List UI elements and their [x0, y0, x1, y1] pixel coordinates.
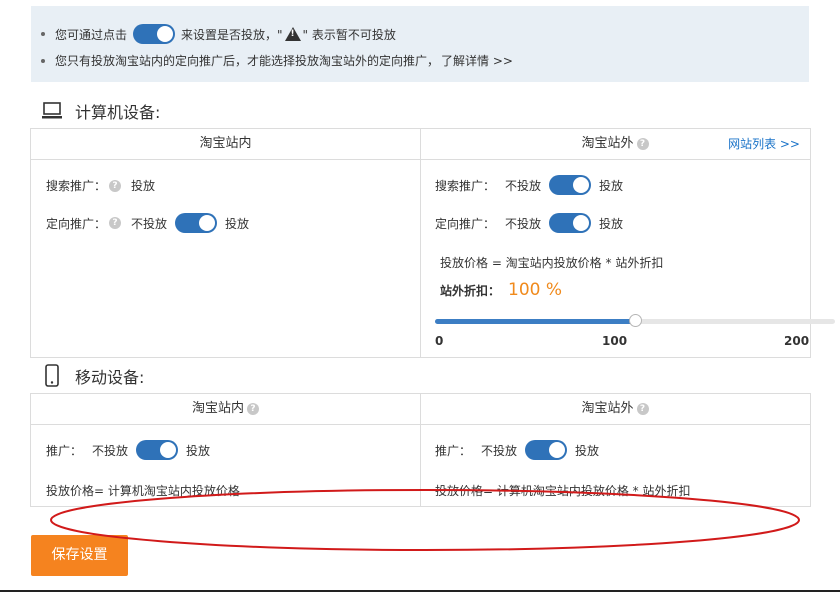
off-label: 不投放: [505, 178, 542, 193]
pc-inside-title: 淘宝站内: [199, 136, 252, 151]
on-label: 投放: [575, 443, 600, 458]
help-icon[interactable]: ?: [636, 137, 649, 150]
mobile-outside-row: 推广： 不投放 投放: [435, 440, 599, 460]
promotion-label: 推广：: [46, 443, 83, 458]
pc-inside-targeted-row: 定向推广： ? 不投放 投放: [46, 213, 249, 233]
mobile-inside-price: 投放价格= 计算机淘宝站内投放价格: [46, 482, 240, 499]
slider-handle[interactable]: [629, 314, 642, 327]
on-label: 投放: [186, 443, 211, 458]
search-label: 搜索推广：: [435, 178, 496, 193]
mobile-outside-title: 淘宝站外: [581, 401, 634, 416]
search-label: 搜索推广：: [46, 179, 107, 193]
tip-text: 您可通过点击: [55, 27, 128, 42]
off-label: 不投放: [505, 216, 542, 231]
mobile-outside-price: 投放价格= 计算机淘宝站内投放价格 * 站外折扣: [435, 482, 691, 499]
mobile-section-title: 移动设备:: [41, 364, 144, 388]
slider-min-label: 0: [435, 334, 444, 348]
bullet: [41, 32, 45, 36]
price-text: 投放价格= 计算机淘宝站内投放价格 * 站外折扣: [435, 484, 691, 498]
help-icon[interactable]: ?: [109, 217, 122, 229]
discount-label: 站外折扣：: [440, 283, 501, 298]
pc-outside-search-row: 搜索推广： 不投放 投放: [435, 175, 623, 195]
tip-text: 您只有投放淘宝站内的定向推广后，才能选择投放淘宝站外的定向推广，: [55, 54, 440, 68]
tip-line-2: 您只有投放淘宝站内的定向推广后，才能选择投放淘宝站外的定向推广， 了解详情 >>: [41, 52, 513, 69]
pc-outside-search-toggle[interactable]: [549, 175, 592, 195]
warning-icon: [284, 27, 301, 41]
pc-inside-header: 淘宝站内: [31, 129, 420, 160]
promotion-label: 推广：: [435, 443, 472, 458]
tip-text: 来设置是否投放，": [181, 27, 283, 42]
on-label: 投放: [599, 178, 624, 193]
pc-inside-search-row: 搜索推广： ? 投放: [46, 177, 155, 194]
price-formula: 投放价格 = 淘宝站内投放价格 * 站外折扣: [440, 254, 663, 271]
pc-outside-targeted-row: 定向推广： 不投放 投放: [435, 213, 623, 233]
pc-inside-targeted-toggle[interactable]: [175, 213, 218, 233]
pc-outside-targeted-toggle[interactable]: [549, 213, 592, 233]
help-icon[interactable]: ?: [636, 402, 649, 415]
on-label: 投放: [225, 216, 250, 231]
tip-line-1: 您可通过点击 来设置是否投放，" " 表示暂不可投放: [41, 24, 396, 44]
targeted-label: 定向推广：: [435, 216, 496, 231]
site-list-link[interactable]: 网站列表 >>: [728, 129, 800, 159]
search-value: 投放: [131, 179, 156, 193]
pc-outside-title: 淘宝站外: [581, 136, 634, 151]
off-label: 不投放: [92, 443, 129, 458]
mobile-inside-toggle[interactable]: [136, 440, 179, 460]
slider-fill: [435, 319, 635, 324]
mobile-inside-row: 推广： 不投放 投放: [46, 440, 210, 460]
pc-inside-column: 淘宝站内 搜索推广： ? 投放 定向推广： ? 不投放 投放: [31, 129, 421, 357]
pc-outside-column: 淘宝站外? 网站列表 >> 搜索推广： 不投放 投放 定向推广： 不投放 投放 …: [420, 129, 835, 357]
pc-section-title: 计算机设备:: [41, 99, 160, 123]
toggle-example: [133, 24, 176, 44]
price-text: 投放价格= 计算机淘宝站内投放价格: [46, 484, 240, 498]
mobile-inside-column: 淘宝站内? 推广： 不投放 投放 投放价格= 计算机淘宝站内投放价格: [31, 394, 421, 506]
tip-text: " 表示暂不可投放: [302, 27, 396, 42]
discount-slider[interactable]: [435, 314, 835, 327]
help-icon[interactable]: ?: [247, 402, 259, 415]
discount-row: 站外折扣： 100 %: [440, 280, 562, 300]
off-label: 不投放: [131, 216, 168, 231]
bullet: [41, 58, 45, 63]
slider-mid-label: 100: [602, 334, 628, 348]
slider-max-label: 200: [784, 334, 810, 348]
mobile-outside-toggle[interactable]: [525, 440, 568, 460]
tip-box: 您可通过点击 来设置是否投放，" " 表示暂不可投放 您只有投放淘宝站内的定向推…: [31, 6, 809, 82]
price-formula-text: 投放价格 = 淘宝站内投放价格 * 站外折扣: [440, 256, 664, 270]
pc-panel: 淘宝站内 搜索推广： ? 投放 定向推广： ? 不投放 投放 淘宝站外? 网站列…: [30, 128, 835, 358]
bottom-divider: [0, 590, 840, 592]
on-label: 投放: [599, 216, 624, 231]
discount-value: 100 %: [508, 280, 563, 300]
mobile-phone-icon: [45, 364, 59, 387]
targeted-label: 定向推广：: [46, 216, 107, 231]
pc-title: 计算机设备:: [75, 103, 161, 122]
mobile-title: 移动设备:: [75, 368, 145, 387]
mobile-outside-header: 淘宝站外?: [420, 394, 810, 425]
mobile-outside-column: 淘宝站外? 推广： 不投放 投放 投放价格= 计算机淘宝站内投放价格 * 站外折…: [420, 394, 810, 506]
pc-outside-header: 淘宝站外? 网站列表 >>: [420, 129, 810, 160]
computer-icon: [42, 102, 62, 119]
mobile-inside-header: 淘宝站内?: [31, 394, 420, 425]
off-label: 不投放: [481, 443, 518, 458]
help-icon[interactable]: ?: [109, 179, 122, 192]
mobile-inside-title: 淘宝站内: [191, 401, 244, 416]
save-settings-button[interactable]: 保存设置: [31, 535, 128, 576]
mobile-panel: 淘宝站内? 推广： 不投放 投放 投放价格= 计算机淘宝站内投放价格 淘宝站外?…: [30, 393, 811, 507]
learn-more-link[interactable]: 了解详情 >>: [441, 52, 513, 69]
